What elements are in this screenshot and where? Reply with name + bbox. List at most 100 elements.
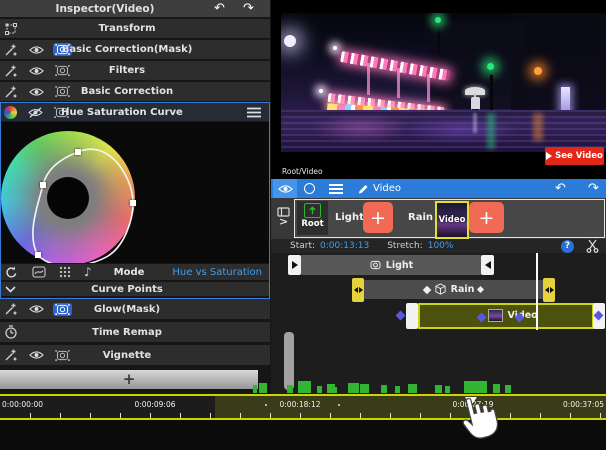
curve-points-label: Curve Points — [0, 284, 254, 295]
tracks-scrollbar[interactable] — [284, 332, 294, 390]
curve-control-point[interactable] — [130, 200, 136, 206]
handle-arrow-icon — [292, 261, 298, 269]
tab-root-label: Root — [297, 219, 328, 229]
ruler-tick — [600, 413, 601, 418]
ruler-tick — [450, 413, 451, 418]
video-editor-app: Inspector(Video) ↶ ↷ Transform Basic Cor… — [0, 0, 606, 450]
root-upload-icon — [304, 203, 321, 218]
curve-control-point[interactable] — [40, 182, 46, 188]
pink-reflection — [311, 113, 411, 143]
hue-saturation-wheel-panel[interactable] — [0, 122, 270, 263]
undo-icon[interactable]: ↶ — [214, 1, 225, 16]
tab-root[interactable]: Root — [297, 201, 328, 235]
see-video-label: See Video — [555, 151, 603, 161]
clip-handle-right[interactable] — [481, 255, 494, 275]
hue-curve[interactable] — [0, 122, 270, 263]
clip-rain[interactable]: Rain — [364, 280, 543, 299]
ruler-tick — [270, 413, 271, 418]
keyframe-diamond[interactable] — [396, 311, 406, 321]
clip-trim-handle[interactable] — [352, 278, 364, 302]
circle-mask-icon[interactable] — [304, 183, 315, 194]
clip-light[interactable]: Light — [301, 255, 481, 275]
cube-icon — [434, 283, 447, 296]
effect-label: Glow(Mask) — [0, 304, 254, 315]
tab-light[interactable]: Light — [335, 212, 364, 223]
clip-handle-right[interactable] — [593, 303, 605, 329]
video-preview[interactable]: See Video — [271, 0, 606, 168]
redo-icon[interactable]: ↷ — [588, 181, 599, 196]
effect-row-time-remap[interactable]: Time Remap — [0, 322, 270, 342]
scissors-icon[interactable] — [586, 239, 599, 253]
clip-trim-handle[interactable] — [543, 278, 555, 302]
menu-icon[interactable] — [246, 107, 262, 118]
effect-row-vignette[interactable]: Vignette — [0, 345, 270, 365]
eye-icon — [278, 184, 293, 194]
effect-row-transform[interactable]: Transform — [0, 19, 270, 38]
curve-control-point[interactable] — [75, 149, 81, 155]
music-note-icon[interactable]: ♪ — [84, 265, 92, 279]
tab-video-label: Video — [438, 215, 465, 225]
orange-reflection — [533, 113, 543, 141]
neon-pillar — [397, 68, 400, 98]
add-layer-button[interactable]: + — [363, 202, 393, 233]
tab-rain[interactable]: Rain — [408, 212, 433, 223]
see-video-button[interactable]: See Video — [545, 147, 604, 165]
inspector-panel: Inspector(Video) ↶ ↷ Transform Basic Cor… — [0, 0, 271, 394]
layer-tabs-area: > Root Light + Rain Video + — [271, 198, 606, 239]
keyframe-diamond[interactable] — [476, 313, 486, 323]
undo-icon[interactable]: ↶ — [555, 181, 566, 196]
effect-label: Basic Correction(Mask) — [0, 44, 254, 55]
curve-control-point[interactable] — [35, 252, 41, 258]
stretch-label: Stretch: — [387, 241, 423, 251]
curve-points-row[interactable]: Curve Points — [0, 282, 270, 296]
clip-video-selected[interactable]: Video — [418, 303, 594, 329]
breadcrumb[interactable]: Root/Video — [282, 167, 323, 176]
purple-reflection — [401, 117, 521, 143]
ruler-tick — [150, 413, 151, 418]
mode-value[interactable]: Hue vs Saturation — [172, 267, 262, 278]
clip-thumbnail — [488, 309, 503, 322]
timeline-minimap[interactable]: 0:00:00:000:00:09:060:00:18:120:00:27:19… — [0, 394, 606, 420]
clip-handle-left[interactable] — [406, 303, 418, 329]
clip-handle-left[interactable] — [288, 255, 301, 275]
start-value[interactable]: 0:00:13:13 — [320, 241, 369, 251]
dots-pattern-icon[interactable] — [59, 266, 71, 278]
object-toolbar: Video ↶ ↷ — [271, 179, 606, 198]
handle-arrow-icon — [545, 287, 549, 293]
ruler-tick — [60, 413, 61, 418]
effect-row-basic-correction-mask[interactable]: Basic Correction(Mask) — [0, 40, 270, 59]
curve-graph-icon[interactable] — [32, 266, 46, 278]
tab-video-active[interactable]: Video — [435, 201, 469, 239]
object-visibility-button[interactable] — [273, 179, 297, 198]
help-icon[interactable]: ? — [561, 240, 574, 253]
menu-icon[interactable] — [328, 183, 344, 195]
layer-tabs-container: Root Light + Rain Video + — [294, 199, 605, 238]
reset-icon[interactable] — [5, 266, 18, 279]
inspector-title: Inspector(Video) — [0, 3, 210, 15]
hand-cursor — [461, 395, 499, 443]
ruler-tick — [240, 413, 241, 418]
mode-label: Mode — [114, 267, 145, 278]
star-light — [319, 89, 323, 93]
chevron-right-icon[interactable]: > — [279, 215, 288, 228]
effect-label: Time Remap — [0, 327, 254, 338]
redo-icon[interactable]: ↷ — [243, 1, 254, 16]
rename-pencil-icon[interactable] — [357, 183, 369, 195]
stretch-value[interactable]: 100% — [428, 241, 454, 251]
add-layer-button[interactable]: + — [469, 202, 504, 233]
timeline-playhead-line[interactable] — [536, 253, 538, 330]
ruler-tick — [420, 413, 421, 418]
ruler-tick — [300, 413, 301, 418]
effect-row-hue-saturation-curve[interactable]: Hue Saturation Curve — [0, 103, 270, 121]
timeline-tracks: Light Rain Video — [271, 253, 606, 394]
ruler-tick — [180, 413, 181, 418]
ruler-tick — [540, 413, 541, 418]
effect-row-basic-correction[interactable]: Basic Correction — [0, 82, 270, 101]
effect-row-glow-mask[interactable]: Glow(Mask) — [0, 299, 270, 319]
effect-label: Basic Correction — [0, 86, 254, 97]
traffic-light-green — [487, 63, 494, 70]
traffic-light-green — [435, 17, 441, 23]
ruler-tick — [30, 413, 31, 418]
effect-row-filters[interactable]: Filters — [0, 61, 270, 80]
add-effect-button[interactable]: + — [0, 370, 258, 389]
